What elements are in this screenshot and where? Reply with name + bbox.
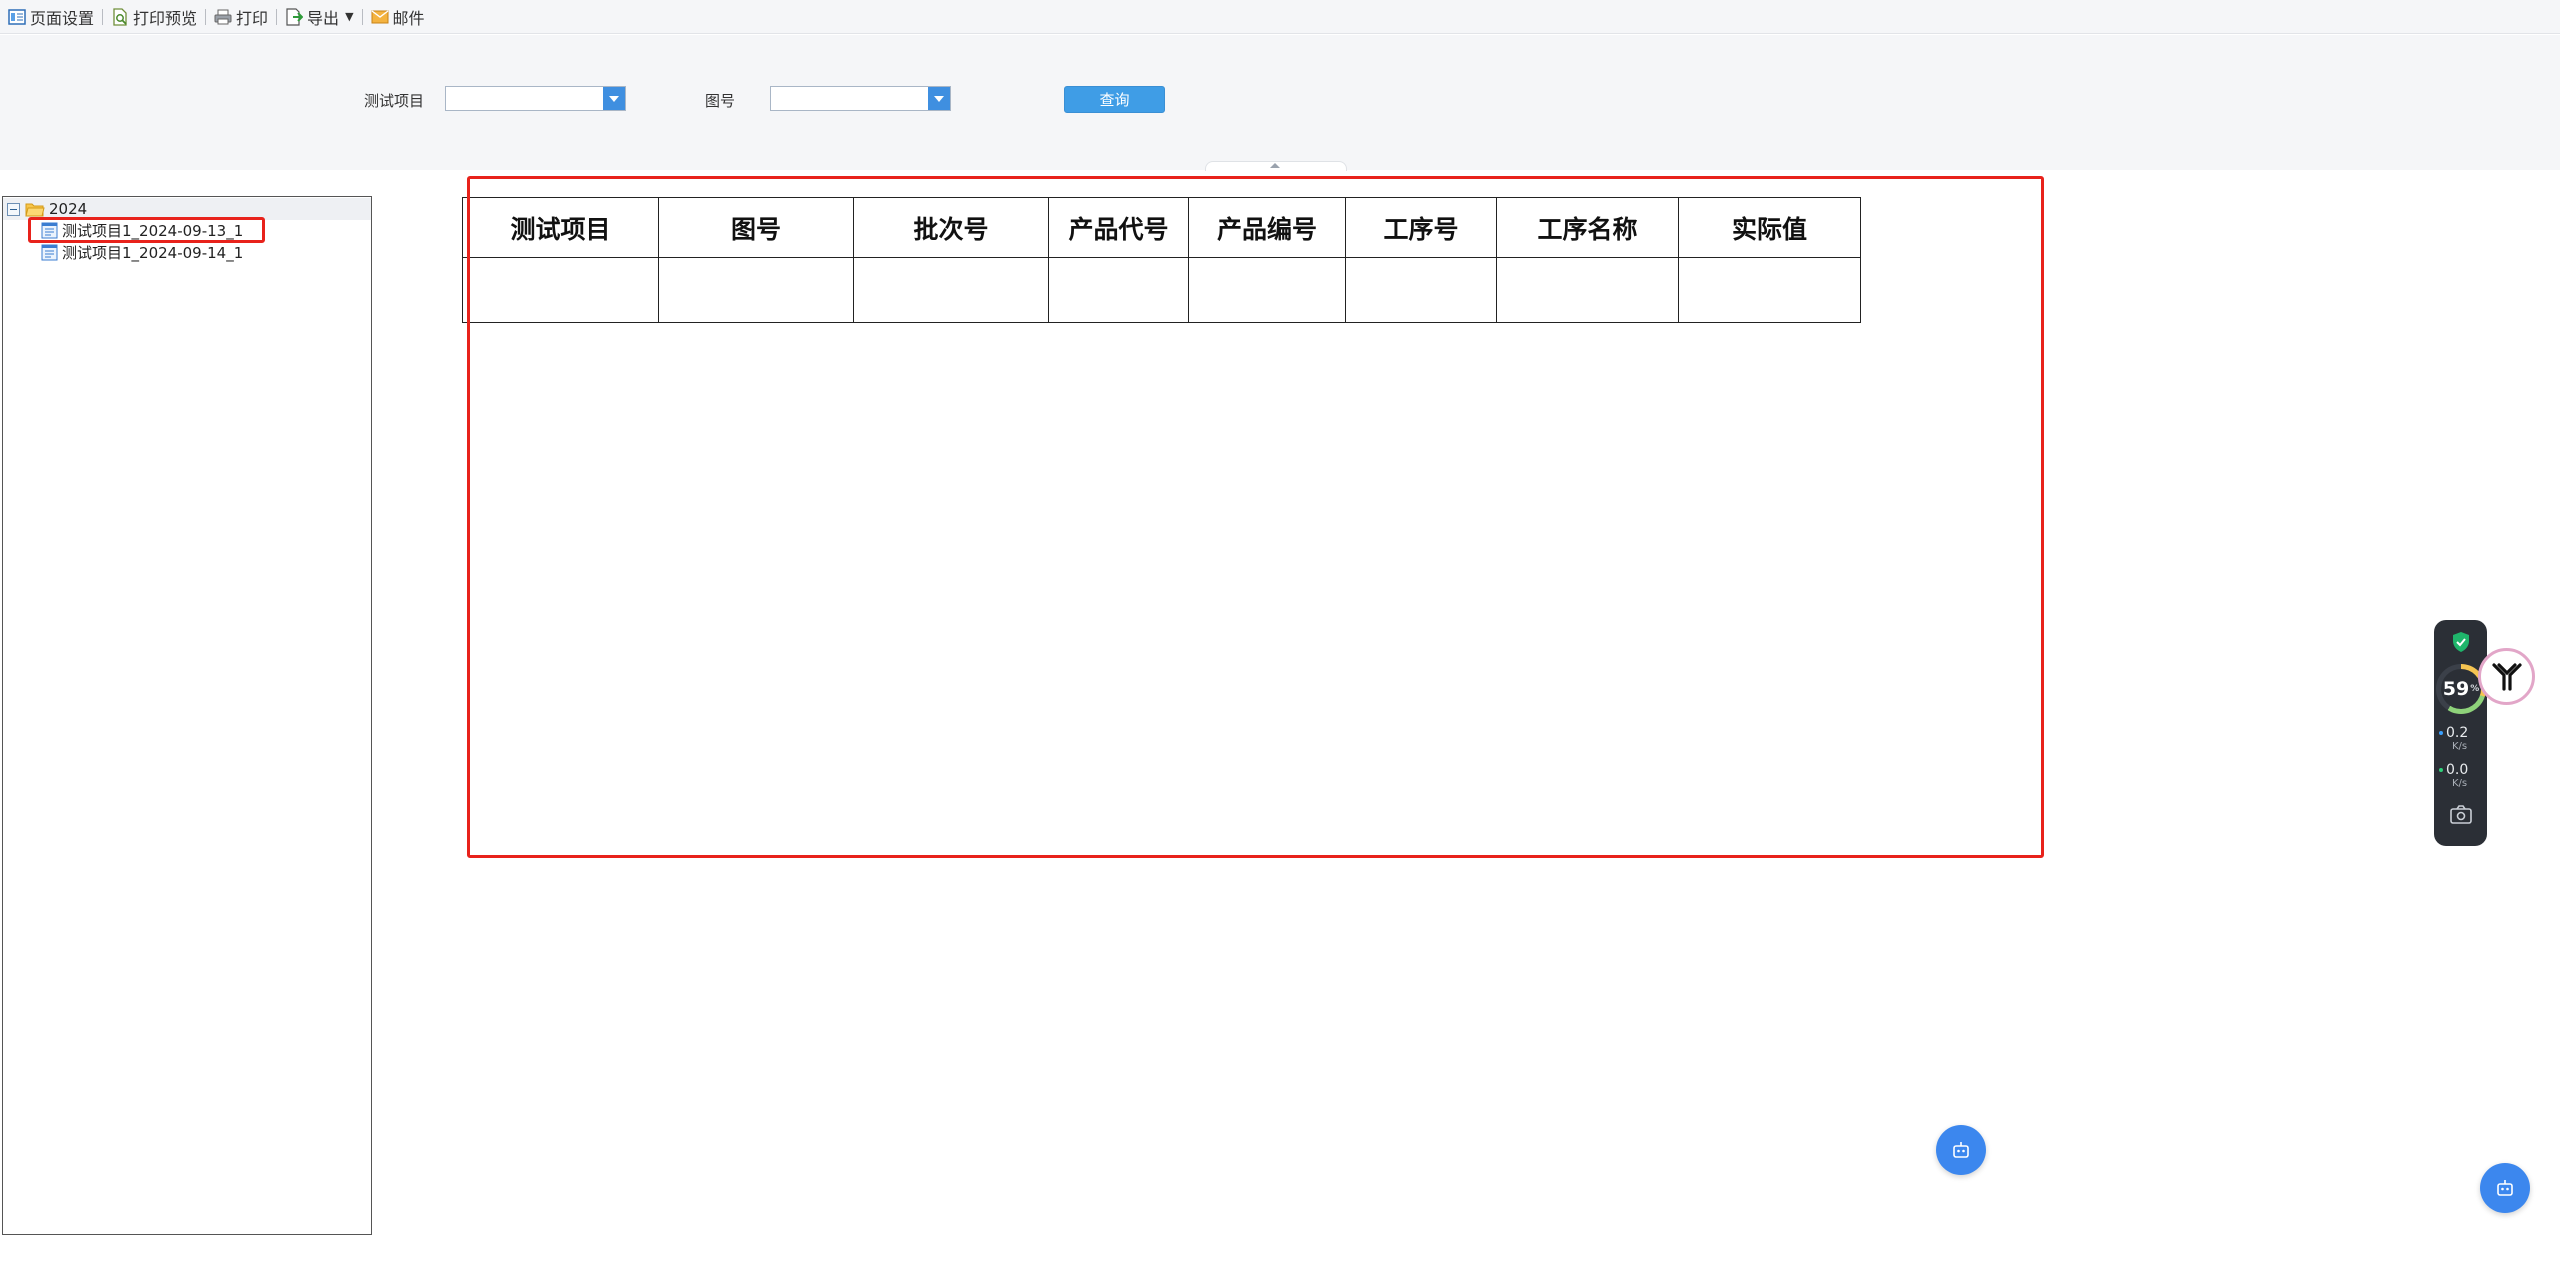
app-root: 页面设置 打印预览 打印 导出 ▼ 邮件 测试项目 图号 查询 2024 测试项…	[0, 0, 2560, 1272]
toolbar-divider	[205, 8, 207, 25]
mail-button[interactable]: 邮件	[365, 4, 431, 30]
print-button[interactable]: 打印	[208, 4, 274, 30]
download-speed-unit: K/s	[2452, 778, 2468, 789]
page-setup-icon	[8, 8, 26, 25]
chevron-down-icon[interactable]	[603, 87, 625, 110]
assistant-glyph-icon	[2491, 662, 2522, 691]
column-header: 测试项目	[462, 197, 659, 258]
upload-speed-value: 0.2	[2446, 725, 2469, 741]
tree-root-label: 2024	[49, 200, 88, 218]
robot-icon	[1953, 1142, 1969, 1158]
system-monitor-widget[interactable]: 59% 0.2 K/s 0.0 K/s	[2434, 620, 2487, 846]
print-preview-icon	[113, 7, 127, 26]
report-file-icon	[41, 222, 58, 238]
column-header: 工序号	[1345, 197, 1497, 258]
mail-icon	[371, 9, 389, 23]
print-label: 打印	[236, 8, 269, 28]
table-cell	[658, 257, 854, 323]
column-header: 工序名称	[1496, 197, 1679, 258]
upload-dot-icon	[2439, 731, 2443, 735]
tree-item[interactable]: 测试项目1_2024-09-13_1	[41, 219, 243, 241]
download-dot-icon	[2439, 768, 2443, 772]
robot-icon	[2497, 1180, 2513, 1196]
column-header: 产品代号	[1048, 197, 1189, 258]
table-cell	[853, 257, 1049, 323]
export-icon	[286, 7, 304, 26]
page-setup-label: 页面设置	[30, 8, 95, 28]
toolbar-divider	[102, 8, 104, 25]
printer-icon	[214, 9, 232, 24]
search-button[interactable]: 查询	[1064, 86, 1165, 113]
shield-check-icon	[2453, 632, 2469, 652]
table-row	[462, 257, 1861, 323]
cpu-usage-value: 59	[2442, 678, 2470, 700]
tree-item-label: 测试项目1_2024-09-14_1	[62, 243, 244, 262]
test-item-input[interactable]	[446, 87, 625, 110]
toolbar-divider	[361, 8, 363, 25]
upload-speed-unit: K/s	[2452, 741, 2468, 752]
print-preview-label: 打印预览	[133, 8, 198, 28]
drawing-no-combobox[interactable]	[770, 86, 951, 111]
chevron-down-icon: ▼	[345, 10, 354, 23]
print-preview-button[interactable]: 打印预览	[105, 4, 203, 30]
page-setup-button[interactable]: 页面设置	[2, 4, 100, 30]
upload-speed: 0.2 K/s	[2439, 725, 2484, 754]
report-toolbar: 页面设置 打印预览 打印 导出 ▼ 邮件	[0, 0, 2560, 34]
table-cell	[1678, 257, 1861, 323]
table-cell	[1188, 257, 1346, 323]
query-panel: 测试项目 图号 查询	[0, 35, 2560, 171]
export-label: 导出	[307, 8, 340, 28]
table-cell	[462, 257, 659, 323]
test-item-label: 测试项目	[364, 92, 425, 110]
report-table: 测试项目 图号 批次号 产品代号 产品编号 工序号 工序名称 实际值	[462, 197, 1861, 323]
table-header-row: 测试项目 图号 批次号 产品代号 产品编号 工序号 工序名称 实际值	[462, 197, 1861, 258]
percent-sign: %	[2470, 684, 2480, 694]
tree-item-label: 测试项目1_2024-09-13_1	[62, 221, 244, 240]
collapse-query-toggle[interactable]	[1205, 161, 1347, 171]
export-dropdown-button[interactable]: 导出 ▼	[279, 4, 359, 30]
collapse-icon[interactable]	[7, 202, 20, 216]
column-header: 图号	[658, 197, 854, 258]
column-header: 实际值	[1678, 197, 1861, 258]
report-file-icon	[41, 244, 58, 260]
floating-robot-button[interactable]	[2480, 1163, 2530, 1213]
floating-robot-button[interactable]	[1936, 1125, 1986, 1175]
tree-node-root[interactable]: 2024	[3, 198, 371, 220]
column-header: 批次号	[853, 197, 1049, 258]
test-item-combobox[interactable]	[445, 86, 626, 111]
drawing-no-label: 图号	[705, 92, 736, 110]
table-cell	[1048, 257, 1189, 323]
assistant-logo-icon[interactable]	[2478, 648, 2535, 705]
download-speed-value: 0.0	[2446, 762, 2469, 778]
tree-item[interactable]: 测试项目1_2024-09-14_1	[41, 241, 243, 263]
download-speed: 0.0 K/s	[2439, 762, 2484, 791]
table-cell	[1496, 257, 1679, 323]
column-header: 产品编号	[1188, 197, 1346, 258]
table-cell	[1345, 257, 1497, 323]
drawing-no-input[interactable]	[771, 87, 950, 110]
chevron-down-icon[interactable]	[928, 87, 950, 110]
camera-icon[interactable]	[2449, 803, 2473, 825]
report-tree: 2024 测试项目1_2024-09-13_1 测试项目1_2024-09-14…	[2, 196, 372, 1235]
mail-label: 邮件	[392, 8, 425, 28]
toolbar-divider	[276, 8, 278, 25]
folder-open-icon	[25, 203, 45, 217]
